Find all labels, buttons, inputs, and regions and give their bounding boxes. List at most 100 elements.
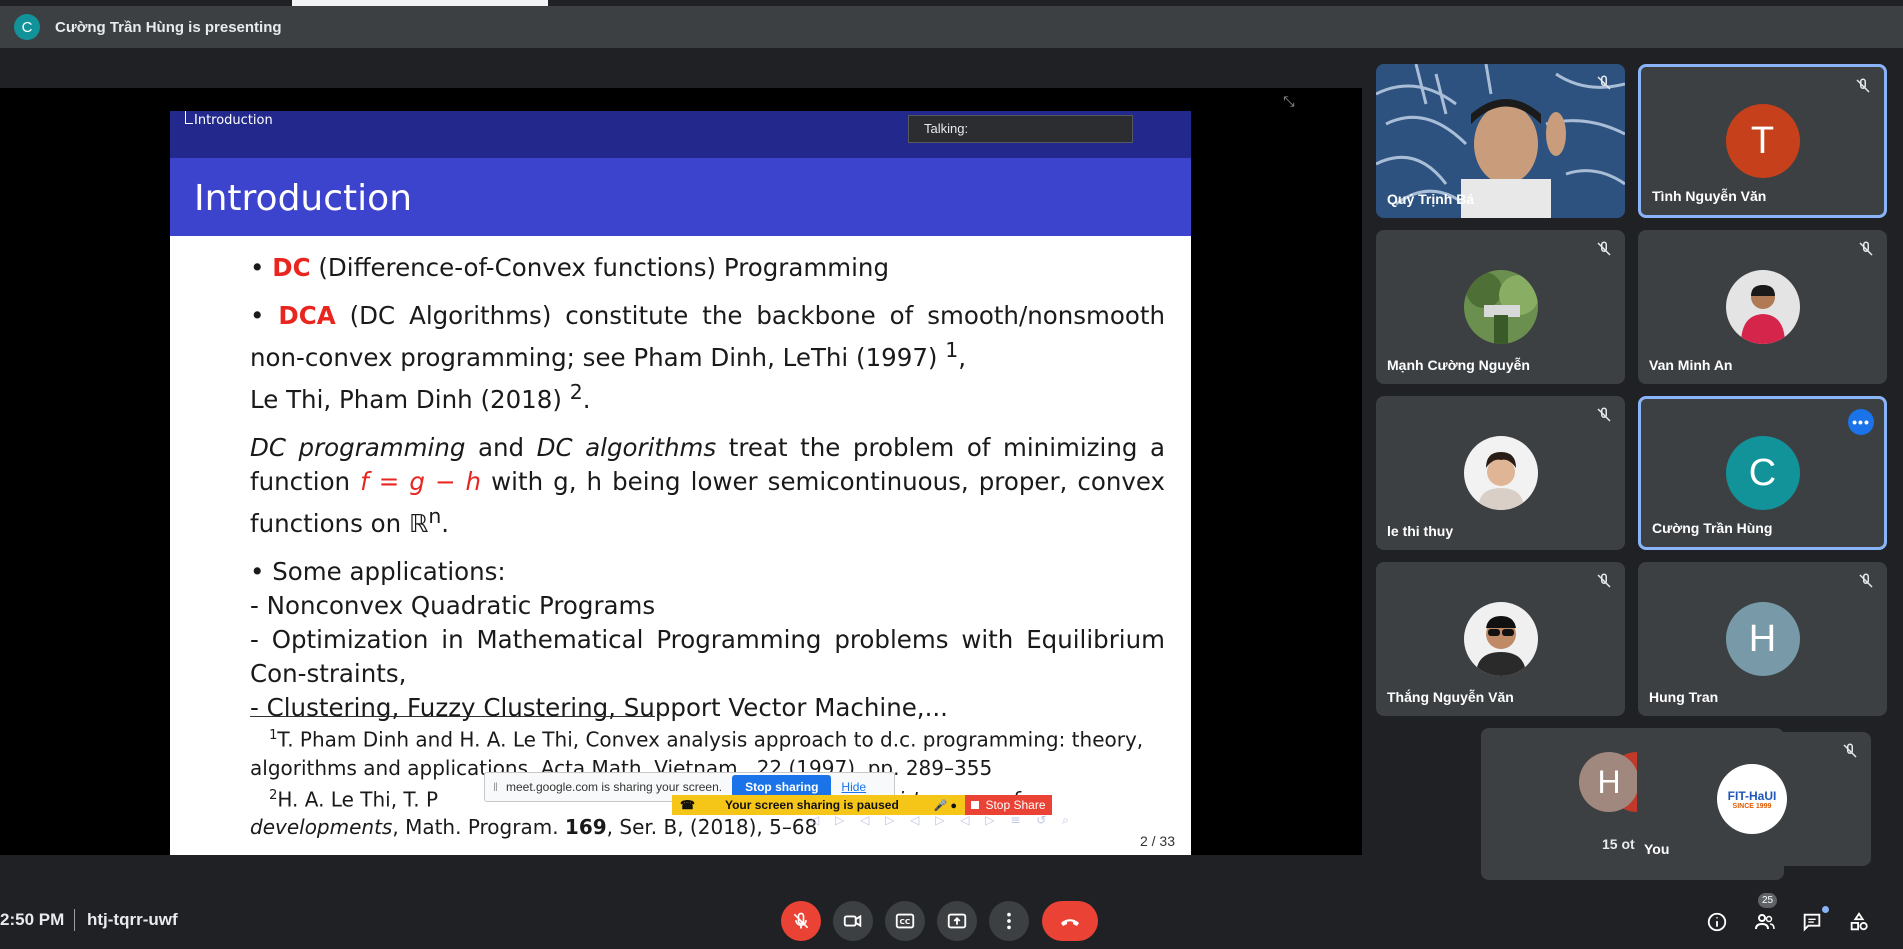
stop-share-button[interactable]: Stop Share — [965, 795, 1052, 815]
term-dc-algorithms: DC algorithms — [536, 433, 717, 463]
footnote-2-journal: , Math. Program. — [392, 815, 565, 840]
meeting-code: htj-tqrr-uwf — [87, 910, 178, 929]
avatar: T — [1725, 104, 1800, 178]
divider — [74, 909, 75, 931]
participant-tile[interactable]: C ••• Cường Trần Hùng — [1638, 396, 1887, 550]
formula: f = g − h — [360, 467, 482, 497]
more-options-button[interactable] — [989, 901, 1029, 941]
camera-toggle-button[interactable] — [833, 901, 873, 941]
activities-button[interactable] — [1846, 909, 1872, 935]
term-dc: DC — [272, 253, 311, 282]
footnote-rule — [250, 716, 655, 717]
present-button[interactable] — [937, 901, 977, 941]
slide-section-label: Introduction — [185, 111, 273, 128]
self-avatar: FIT-HaUI SINCE 1999 — [1717, 764, 1787, 834]
meet-window: C Cường Trần Hùng is presenting ⤡ Introd… — [0, 0, 1903, 949]
mic-off-icon — [1597, 75, 1611, 90]
participant-tile[interactable]: T Tình Nguyễn Văn — [1638, 64, 1887, 218]
camera-icon — [843, 914, 862, 928]
participant-name: Cường Trần Hùng — [1652, 520, 1773, 536]
self-tile[interactable]: FIT-HaUI SINCE 1999 You — [1637, 732, 1871, 866]
slide-body: DC (Difference-of-Convex functions) Prog… — [250, 251, 1165, 725]
participant-tile[interactable]: Mạnh Cường Nguyễn — [1376, 230, 1625, 384]
slide-point-dca: DCA (DC Algorithms) constitute the backb… — [250, 299, 1165, 417]
activities-icon — [1850, 912, 1868, 931]
page-number: 2 / 33 — [1139, 833, 1175, 849]
others-avatar: H — [1579, 752, 1639, 812]
leave-call-button[interactable] — [1042, 901, 1098, 941]
participant-name: Van Minh An — [1649, 357, 1733, 373]
presenter-label: Cường Trần Hùng is presenting — [55, 18, 282, 36]
mic-off-icon — [793, 912, 809, 929]
clock: 2:50 PM — [0, 910, 65, 929]
slide-title-bar: Introduction — [170, 158, 1191, 236]
presenter-avatar: C — [14, 14, 40, 40]
participant-tile[interactable]: le thi thuy — [1376, 396, 1625, 550]
info-icon — [1707, 912, 1727, 932]
self-name: You — [1644, 841, 1670, 857]
paused-status-icons: 🎤 ● — [933, 799, 957, 812]
chat-button[interactable] — [1799, 909, 1825, 935]
participant-tile[interactable]: Thắng Nguyễn Văn — [1376, 562, 1625, 716]
participant-tile[interactable]: H Hung Tran — [1638, 562, 1887, 716]
more-options-button[interactable]: ••• — [1848, 409, 1874, 435]
people-count-badge: 25 — [1758, 893, 1777, 908]
hide-link[interactable]: Hide — [841, 780, 866, 794]
talking-indicator: Talking: — [908, 115, 1133, 143]
paused-banner: ☎ Your screen sharing is paused 🎤 ● — [672, 795, 965, 815]
footnote-2-developments: developments — [250, 815, 393, 840]
point-dc-text: (Difference-of-Convex functions) Program… — [310, 253, 890, 282]
footnote-2-volume: 169 — [564, 815, 607, 840]
mic-off-icon — [1597, 407, 1611, 422]
participant-name: Quý Trịnh Bá — [1387, 191, 1475, 207]
participant-tile[interactable]: Quý Trịnh Bá — [1376, 64, 1625, 218]
point-dca-line2: Le Thi, Pham Dinh (2018) — [250, 385, 570, 415]
participant-tile[interactable]: Van Minh An — [1638, 230, 1887, 384]
participant-name: le thi thuy — [1387, 523, 1454, 539]
mic-off-icon — [1859, 241, 1873, 256]
term-dc-programming: DC programming — [250, 433, 466, 463]
ref-2: 2 — [569, 380, 583, 405]
mic-toggle-button[interactable] — [781, 901, 821, 941]
avatar: H — [1725, 602, 1800, 676]
point-dca-tail: , — [958, 343, 967, 373]
logo-sub: SINCE 1999 — [1732, 802, 1772, 810]
mic-off-icon — [1597, 573, 1611, 588]
svg-text:CC: CC — [900, 917, 911, 926]
slide-point-definition: DC programming and DC algorithms treat t… — [250, 433, 1165, 539]
ref-1: 1 — [945, 338, 959, 362]
bottom-toolbar: 2:50 PM htj-tqrr-uwf CC 25 — [0, 885, 1903, 949]
mic-off-icon — [1859, 573, 1873, 588]
people-button[interactable] — [1752, 909, 1778, 935]
drag-handle-icon[interactable]: ‖ — [493, 780, 498, 794]
present-screen-icon — [947, 913, 967, 929]
avatar: C — [1725, 436, 1800, 510]
captions-button[interactable]: CC — [885, 901, 925, 941]
beamer-nav-icons[interactable]: ◁ ▷ ◁ ▷ ◁ ▷ ◁ ▷ ≡ ↺ ⌕ — [810, 813, 1170, 827]
app-item: - Clustering, Fuzzy Clustering, Support … — [250, 693, 948, 723]
app-item: - Nonconvex Quadratic Programs — [250, 591, 656, 621]
superscript-n: n — [428, 504, 442, 529]
chat-unread-dot — [1822, 906, 1829, 913]
meeting-info-button[interactable] — [1704, 909, 1730, 935]
collapse-icon[interactable]: ⤡ — [1280, 92, 1298, 110]
logo-text: FIT-HaUI — [1727, 788, 1777, 803]
avatar — [1725, 270, 1800, 344]
people-icon — [1755, 914, 1775, 930]
term-dca: DCA — [278, 301, 336, 330]
paused-text: Your screen sharing is paused — [724, 798, 899, 812]
others-count: 15 ot — [1602, 836, 1635, 852]
chat-icon — [1803, 913, 1821, 932]
captions-icon: CC — [895, 913, 915, 929]
avatar — [1463, 602, 1538, 676]
slide-point-dc: DC (Difference-of-Convex functions) Prog… — [250, 251, 1165, 285]
mic-off-icon — [1597, 241, 1611, 256]
presenter-bar: C Cường Trần Hùng is presenting — [0, 6, 1903, 48]
footnote-2-text: H. A. Le Thi, T. P — [277, 787, 439, 812]
mic-off-icon — [1843, 743, 1857, 758]
more-vert-icon — [1007, 912, 1011, 930]
point-dca-text: (DC Algorithms) constitute the backbone … — [250, 301, 1165, 373]
stop-icon — [971, 801, 980, 809]
phone-icon: ☎ — [680, 798, 695, 812]
participant-name: Thắng Nguyễn Văn — [1387, 689, 1514, 705]
